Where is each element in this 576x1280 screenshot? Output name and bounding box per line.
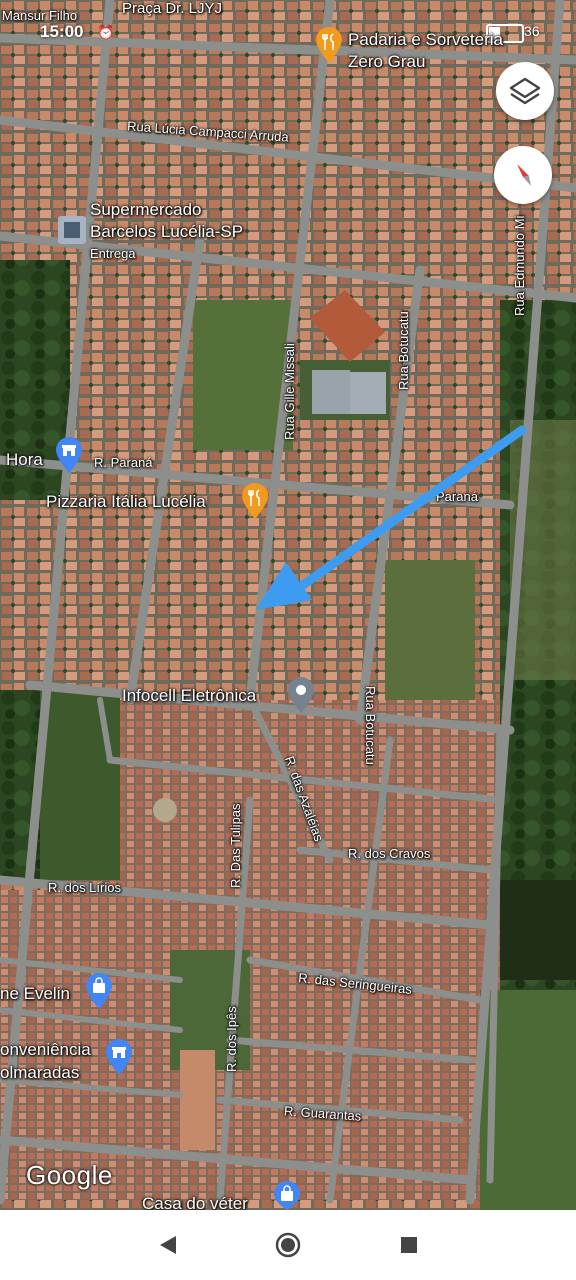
back-triangle-icon[interactable]: [154, 1230, 184, 1260]
satellite-map[interactable]: 15:00 ⏰ 36 Mansur Filho Praça Dr. LJYJ R…: [0, 0, 576, 1210]
layers-button[interactable]: [496, 62, 554, 120]
navigation-bar: [0, 1210, 576, 1280]
layers-icon: [509, 77, 541, 105]
compass-icon: [517, 164, 531, 186]
compass-button[interactable]: [494, 146, 552, 204]
blue-arrow-icon: [256, 425, 527, 610]
recents-square-icon[interactable]: [394, 1230, 424, 1260]
home-circle-icon[interactable]: [273, 1230, 303, 1260]
google-attribution: Google: [26, 1160, 113, 1190]
